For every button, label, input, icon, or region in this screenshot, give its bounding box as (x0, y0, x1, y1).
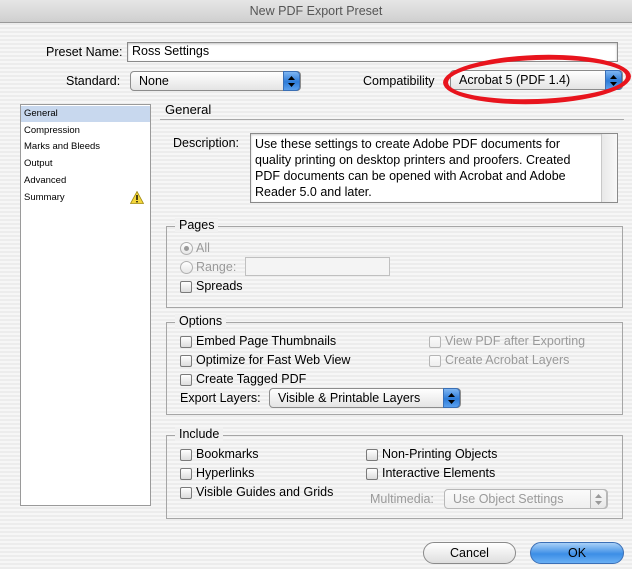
embed-thumbnails-checkbox[interactable] (180, 336, 192, 348)
acrobat-layers-label: Create Acrobat Layers (445, 353, 570, 367)
export-layers-value: Visible & Printable Layers (278, 391, 421, 405)
sidebar-item-compression[interactable]: Compression (21, 123, 150, 139)
bookmarks-label: Bookmarks (196, 447, 259, 461)
spreads-checkbox[interactable] (180, 281, 192, 293)
radio-dot-icon (184, 246, 189, 251)
sidebar-item-label: Marks and Bleeds (24, 141, 101, 152)
all-pages-label: All (196, 241, 210, 255)
include-group-title: Include (175, 427, 224, 441)
hyperlinks-label: Hyperlinks (196, 466, 255, 480)
title-bar: New PDF Export Preset (0, 0, 632, 23)
options-group-title: Options (175, 314, 227, 328)
all-pages-radio[interactable] (180, 242, 193, 255)
interactive-elements-checkbox[interactable] (366, 468, 378, 480)
interactive-elements-label: Interactive Elements (382, 466, 496, 480)
description-line: quality printing on desktop printers and… (255, 153, 571, 167)
preset-name-label: Preset Name: (46, 45, 123, 59)
stepper-arrows-icon (443, 388, 460, 408)
standard-select[interactable]: None (130, 71, 301, 91)
description-scrollbar[interactable] (601, 134, 617, 202)
ok-button[interactable]: OK (530, 542, 624, 564)
multimedia-label: Multimedia: (370, 492, 434, 506)
hyperlinks-checkbox[interactable] (180, 468, 192, 480)
window-title: New PDF Export Preset (249, 4, 383, 18)
stepper-arrows-icon (283, 71, 300, 91)
sidebar-item-summary[interactable]: Summary (21, 190, 150, 206)
sidebar-item-output[interactable]: Output (21, 156, 150, 172)
view-after-export-checkbox[interactable] (429, 336, 441, 348)
sidebar-item-label: General (24, 108, 58, 119)
embed-thumbnails-label: Embed Page Thumbnails (196, 334, 337, 348)
multimedia-value: Use Object Settings (453, 492, 564, 506)
tagged-pdf-checkbox[interactable] (180, 374, 192, 386)
sidebar-item-label: Compression (24, 125, 80, 136)
sidebar-item-label: Output (24, 158, 53, 169)
sidebar-item-general[interactable]: General (21, 106, 150, 122)
sidebar-item-advanced[interactable]: Advanced (21, 173, 150, 189)
sidebar: General Compression Marks and Bleeds Out… (20, 104, 151, 506)
multimedia-select[interactable]: Use Object Settings (444, 489, 608, 509)
description-line: Use these settings to create Adobe PDF d… (255, 137, 561, 151)
sidebar-item-label: Summary (24, 192, 65, 203)
range-radio[interactable] (180, 261, 193, 274)
acrobat-layers-checkbox[interactable] (429, 355, 441, 367)
guides-grids-checkbox[interactable] (180, 487, 192, 499)
standard-label: Standard: (66, 74, 121, 88)
optimize-web-label: Optimize for Fast Web View (196, 353, 351, 367)
description-line: Reader 5.0 and later. (255, 185, 372, 199)
pages-group-title: Pages (175, 218, 219, 232)
warning-icon (129, 190, 145, 210)
guides-grids-label: Visible Guides and Grids (196, 485, 334, 499)
stepper-arrows-icon (590, 489, 607, 509)
description-label: Description: (173, 136, 239, 150)
section-title-general: General (165, 102, 212, 117)
standard-value: None (139, 74, 169, 88)
compatibility-label: Compatibility (363, 74, 435, 88)
tagged-pdf-label: Create Tagged PDF (196, 372, 307, 386)
non-printing-label: Non-Printing Objects (382, 447, 498, 461)
optimize-web-checkbox[interactable] (180, 355, 192, 367)
non-printing-checkbox[interactable] (366, 449, 378, 461)
spreads-label: Spreads (196, 279, 243, 293)
export-layers-label: Export Layers: (180, 391, 261, 405)
cancel-button[interactable]: Cancel (423, 542, 516, 564)
section-divider (160, 119, 624, 120)
sidebar-item-label: Advanced (24, 175, 67, 186)
description-textarea[interactable]: Use these settings to create Adobe PDF d… (250, 133, 618, 203)
range-input[interactable] (245, 257, 390, 276)
description-line: PDF documents can be opened with Acrobat… (255, 169, 566, 183)
range-label: Range: (196, 260, 237, 274)
export-layers-select[interactable]: Visible & Printable Layers (269, 388, 461, 408)
view-after-export-label: View PDF after Exporting (445, 334, 586, 348)
bookmarks-checkbox[interactable] (180, 449, 192, 461)
sidebar-item-marks-and-bleeds[interactable]: Marks and Bleeds (21, 139, 150, 155)
